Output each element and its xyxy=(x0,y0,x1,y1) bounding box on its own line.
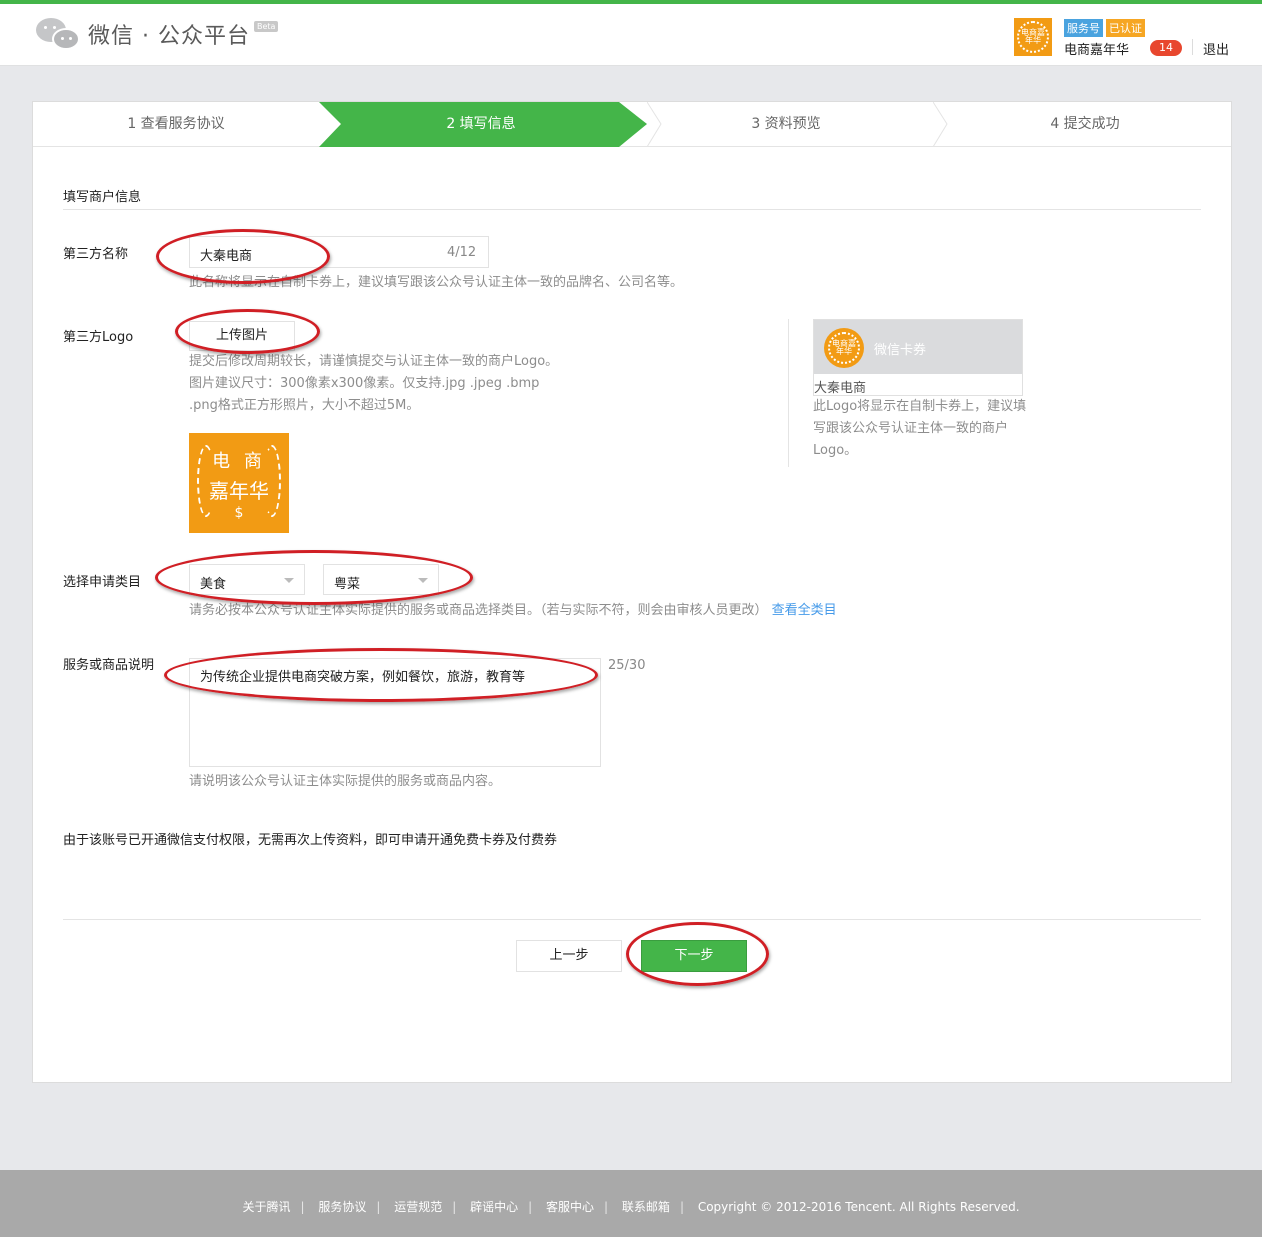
chevron-down-icon xyxy=(284,578,294,583)
logo-hint-line-3: .png格式正方形照片，大小不超过5M。 xyxy=(189,398,420,413)
card-preview-title: 微信卡券 xyxy=(874,343,927,358)
step-4: 4 提交成功 xyxy=(1050,116,1120,132)
wechat-logo-icon xyxy=(36,16,82,52)
view-all-categories-link[interactable]: 查看全类目 xyxy=(772,603,837,618)
footer-link-contact-email[interactable]: 联系邮箱 xyxy=(622,1200,670,1214)
footer-link-rules[interactable]: 运营规范 xyxy=(394,1200,442,1214)
wechat-mp-logo[interactable]: 微信 · 公众平台 Beta xyxy=(36,16,279,52)
logo-hint-line-1: 提交后修改周期较长，请谨慎提交与认证主体一致的商户Logo。 xyxy=(189,354,559,369)
card-preview-logo: 电商嘉年华 xyxy=(824,328,864,368)
merchant-name-hint: 此名称将显示在自制卡券上，建议填写跟该公众号认证主体一致的品牌名、公司名等。 xyxy=(189,275,684,290)
header-divider xyxy=(1192,39,1193,55)
uploaded-logo-image: 电 商 嘉年华 $ xyxy=(189,433,289,533)
footer-copyright: Copyright © 2012-2016 Tencent. All Right… xyxy=(697,1200,1020,1214)
section-divider xyxy=(63,209,1201,210)
step-3: 3 资料预览 xyxy=(751,116,821,132)
payment-permission-notice: 由于该账号已开通微信支付权限，无需再次上传资料，即可申请开通免费卡券及付费券 xyxy=(63,833,558,848)
beta-badge: Beta xyxy=(253,20,279,32)
footer-link-about[interactable]: 关于腾讯 xyxy=(242,1200,290,1214)
top-bar: 微信 · 公众平台 Beta 电商嘉年华 服务号 已认证 电商嘉年华 14 退出 xyxy=(0,0,1262,66)
logout-link[interactable]: 退出 xyxy=(1203,39,1229,58)
service-description-hint: 请说明该公众号认证主体实际提供的服务或商品内容。 xyxy=(189,774,502,789)
card-preview: 电商嘉年华 微信卡券 大秦电商 xyxy=(813,319,1023,396)
step-indicator: 1 查看服务协议 2 填写信息 3 资料预览 4 提交成功 xyxy=(33,102,1231,147)
logo-hint-line-2: 图片建议尺寸：300像素x300像素。仅支持.jpg .jpeg .bmp xyxy=(189,376,540,391)
previous-step-button[interactable]: 上一步 xyxy=(516,940,622,972)
page-footer: 关于腾讯 | 服务协议 | 运营规范 | 辟谣中心 | 客服中心 | 联系邮箱 | Copy… xyxy=(0,1170,1262,1237)
category-primary-select[interactable]: 美食 xyxy=(189,564,305,595)
card-preview-header: 电商嘉年华 微信卡券 xyxy=(814,320,1022,374)
service-description-textarea[interactable]: 为传统企业提供电商突破方案，例如餐饮，旅游，教育等 xyxy=(189,658,601,767)
merchant-logo-label: 第三方Logo xyxy=(63,330,134,345)
footer-link-agreement[interactable]: 服务协议 xyxy=(318,1200,366,1214)
category-hint: 请务必按本公众号认证主体实际提供的服务或商品选择类目。（若与实际不符，则会由审核… xyxy=(189,603,837,618)
service-description-label: 服务或商品说明 xyxy=(63,658,155,673)
card-preview-description: 此Logo将显示在自制卡券上，建议填写跟该公众号认证主体一致的商户Logo。 xyxy=(813,399,1027,458)
category-secondary-select[interactable]: 粤菜 xyxy=(323,564,439,595)
footer-divider xyxy=(63,919,1201,920)
footer-link-rumor-center[interactable]: 辟谣中心 xyxy=(470,1200,518,1214)
message-count-badge[interactable]: 14 xyxy=(1150,40,1182,56)
footer-links: 关于腾讯 | 服务协议 | 运营规范 | 辟谣中心 | 客服中心 | 联系邮箱 | Copy… xyxy=(242,1200,1020,1214)
card-preview-merchant-name: 大秦电商 xyxy=(814,381,867,396)
verified-badge: 已认证 xyxy=(1106,19,1145,37)
account-name[interactable]: 电商嘉年华 xyxy=(1064,39,1129,58)
next-step-button[interactable]: 下一步 xyxy=(641,940,747,972)
section-title: 填写商户信息 xyxy=(63,190,142,205)
service-account-badge: 服务号 xyxy=(1064,19,1103,37)
main-card: 1 查看服务协议 2 填写信息 3 资料预览 4 提交成功 填写商户信息 第三方… xyxy=(32,101,1232,1083)
preview-divider xyxy=(788,319,789,467)
footer-link-support[interactable]: 客服中心 xyxy=(546,1200,594,1214)
step-2-active: 2 填写信息 xyxy=(446,116,516,132)
platform-title: 微信 · 公众平台 xyxy=(88,24,250,49)
step-1: 1 查看服务协议 xyxy=(127,116,225,132)
name-char-counter: 4/12 xyxy=(447,245,477,260)
merchant-name-input[interactable]: 大秦电商 4/12 xyxy=(189,236,489,268)
category-label: 选择申请类目 xyxy=(63,575,142,590)
upload-image-button[interactable]: 上传图片 xyxy=(189,321,295,351)
merchant-name-label: 第三方名称 xyxy=(63,247,129,262)
description-char-counter: 25/30 xyxy=(608,658,646,673)
chevron-down-icon xyxy=(418,578,428,583)
account-avatar[interactable]: 电商嘉年华 xyxy=(1014,18,1052,56)
